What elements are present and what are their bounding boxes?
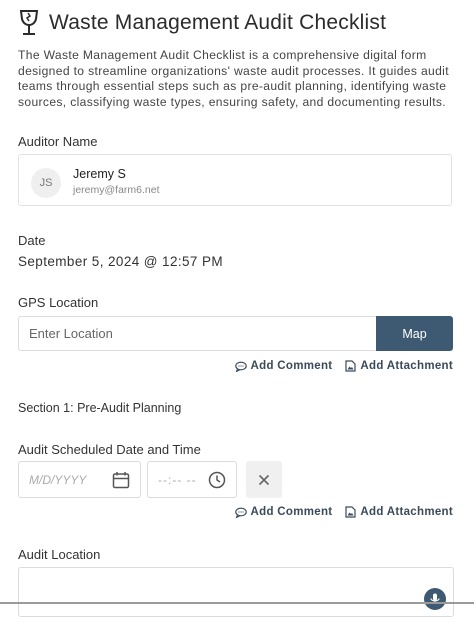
comment-icon xyxy=(234,507,247,518)
date-label: Date xyxy=(18,233,46,248)
add-comment-label: Add Comment xyxy=(250,360,333,372)
audit-location-textarea[interactable] xyxy=(18,567,454,617)
add-attachment-label: Add Attachment xyxy=(360,360,453,372)
section-1-title: Section 1: Pre-Audit Planning xyxy=(18,401,182,415)
add-attachment-button[interactable]: Add Attachment xyxy=(345,360,453,372)
auditor-name-label: Auditor Name xyxy=(18,134,98,149)
gps-location-label: GPS Location xyxy=(18,295,99,310)
time-placeholder: --:-- -- xyxy=(158,473,197,487)
form-description: The Waste Management Audit Checklist is … xyxy=(18,48,449,109)
wine-glass-fragile-icon xyxy=(19,10,39,35)
gps-location-input[interactable] xyxy=(18,316,378,351)
clear-datetime-button[interactable] xyxy=(246,461,282,498)
image-file-icon xyxy=(345,360,357,372)
form-page: Waste Management Audit Checklist The Was… xyxy=(0,0,474,617)
date-value: September 5, 2024 @ 12:57 PM xyxy=(18,254,224,269)
audit-date-input[interactable]: M/D/YYYY xyxy=(18,461,141,498)
add-comment-button[interactable]: Add Comment xyxy=(234,506,333,518)
close-icon xyxy=(258,474,270,485)
microphone-button[interactable] xyxy=(424,588,446,610)
map-button[interactable]: Map xyxy=(376,316,453,351)
add-attachment-label: Add Attachment xyxy=(360,506,453,518)
avatar: JS xyxy=(31,168,61,198)
auditor-name: Jeremy S xyxy=(73,167,126,181)
audit-schedule-label: Audit Scheduled Date and Time xyxy=(18,442,201,457)
auditor-email: jeremy@farm6.net xyxy=(73,184,160,196)
schedule-actions: Add Comment Add Attachment xyxy=(234,506,453,518)
clock-icon xyxy=(208,471,226,489)
audit-time-input[interactable]: --:-- -- xyxy=(147,461,237,498)
calendar-icon xyxy=(112,472,130,489)
add-comment-label: Add Comment xyxy=(250,506,333,518)
add-attachment-button[interactable]: Add Attachment xyxy=(345,506,453,518)
header: Waste Management Audit Checklist xyxy=(18,10,386,36)
comment-icon xyxy=(234,361,247,372)
page-title: Waste Management Audit Checklist xyxy=(49,11,387,34)
image-file-icon xyxy=(345,506,357,518)
audit-location-label: Audit Location xyxy=(18,547,101,562)
add-comment-button[interactable]: Add Comment xyxy=(234,360,333,372)
gps-actions: Add Comment Add Attachment xyxy=(234,360,453,372)
auditor-card[interactable]: JS Jeremy S jeremy@farm6.net xyxy=(18,154,452,206)
date-placeholder: M/D/YYYY xyxy=(29,473,87,487)
